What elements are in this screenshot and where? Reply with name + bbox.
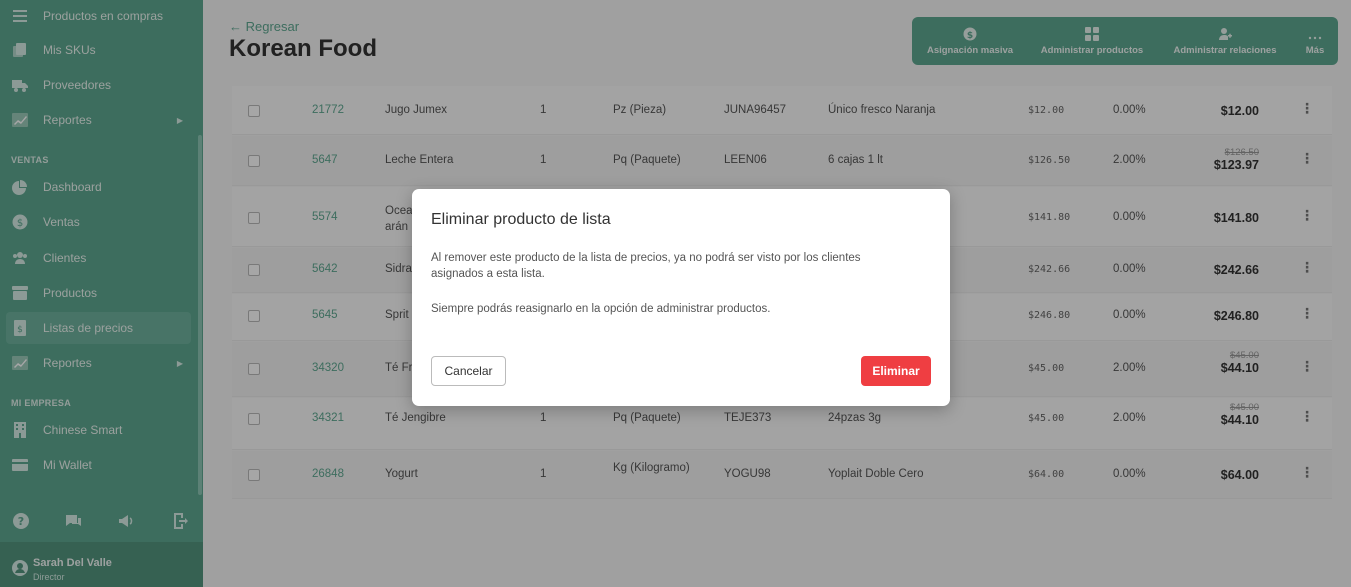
dialog-title: Eliminar producto de lista <box>431 211 611 228</box>
dialog-warning-text: Al remover este producto de la lista de … <box>431 252 861 280</box>
dialog-hint-text: Siempre podrás reasignarlo en la opción … <box>431 303 771 315</box>
cancel-button[interactable]: Cancelar <box>431 356 506 386</box>
delete-product-dialog: Eliminar producto de lista Al remover es… <box>412 189 950 406</box>
delete-button[interactable]: Eliminar <box>861 356 931 386</box>
